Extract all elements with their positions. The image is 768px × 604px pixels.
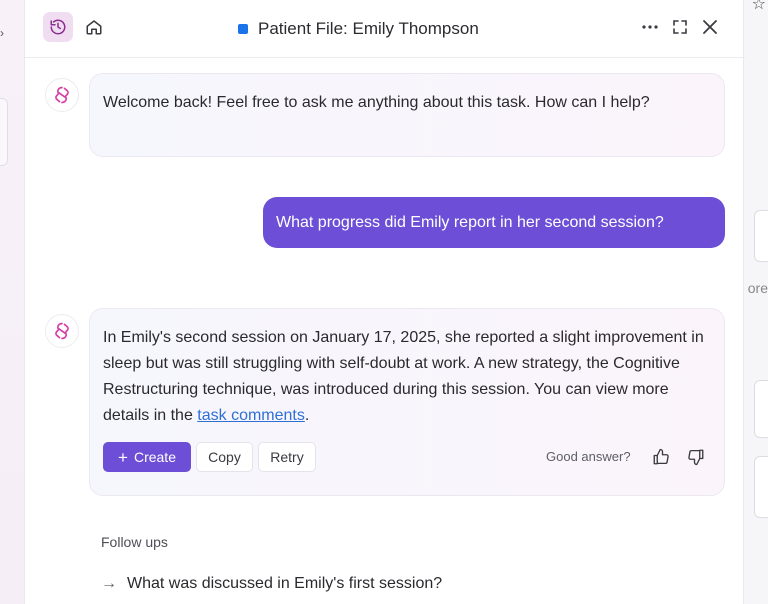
background-card (754, 456, 768, 518)
thumbs-up-icon (653, 448, 669, 465)
task-comments-link[interactable]: task comments (197, 407, 305, 424)
follow-ups-heading: Follow ups (101, 534, 168, 550)
more-icon (642, 25, 658, 29)
home-button[interactable] (79, 12, 109, 42)
expand-button[interactable] (669, 16, 691, 38)
star-icon[interactable]: ☆ (752, 0, 766, 14)
message-text-body: In Emily's second session on January 17,… (103, 329, 704, 424)
background-card (0, 98, 8, 166)
create-button-label: Create (133, 449, 176, 465)
background-card (754, 380, 768, 438)
home-icon (86, 20, 102, 35)
arrow-right-icon: → (101, 575, 117, 592)
assistant-avatar (45, 78, 79, 112)
thumbs-down-button[interactable] (685, 446, 707, 468)
assistant-message: Welcome back! Feel free to ask me anythi… (89, 73, 725, 157)
thumbs-up-button[interactable] (650, 446, 672, 468)
copy-button-label: Copy (208, 449, 241, 465)
feedback-prompt: Good answer? (546, 449, 631, 464)
message-text: In Emily's second session on January 17,… (103, 325, 715, 429)
copy-button[interactable]: Copy (196, 442, 253, 472)
page-title: Patient File: Emily Thompson (238, 17, 479, 41)
ai-brain-icon (55, 322, 69, 340)
more-options-button[interactable] (639, 16, 661, 38)
follow-up-suggestion[interactable]: → What was discussed in Emily's first se… (101, 575, 442, 593)
close-icon (703, 20, 717, 34)
close-button[interactable] (699, 16, 721, 38)
retry-button[interactable]: Retry (258, 442, 316, 472)
user-message: What progress did Emily report in her se… (263, 197, 725, 248)
assistant-avatar (45, 314, 79, 348)
ai-chat-panel: Patient File: Emily Thompson Welcome bac… (24, 0, 745, 604)
create-button[interactable]: + Create (103, 442, 191, 472)
assistant-message: In Emily's second session on January 17,… (89, 308, 725, 496)
history-button[interactable] (43, 12, 73, 42)
background-chevron-icon: › (0, 26, 4, 40)
thumbs-down-icon (688, 449, 704, 466)
page-title-text: Patient File: Emily Thompson (258, 19, 479, 38)
background-right-panel: ☆ ore (744, 0, 768, 604)
expand-icon (673, 20, 687, 34)
background-text: ore (747, 280, 768, 296)
background-left-panel: › (0, 0, 24, 604)
panel-header: Patient File: Emily Thompson (25, 0, 745, 58)
task-status-icon (238, 24, 248, 34)
background-card (754, 210, 768, 262)
history-icon (50, 19, 66, 35)
ai-brain-icon (55, 86, 69, 104)
message-text: Welcome back! Feel free to ask me anythi… (103, 94, 650, 111)
message-text: What progress did Emily report in her se… (276, 213, 664, 231)
plus-icon: + (118, 447, 128, 467)
message-text-end: . (304, 407, 310, 424)
retry-button-label: Retry (270, 449, 304, 465)
follow-up-text: What was discussed in Emily's first sess… (127, 575, 443, 592)
